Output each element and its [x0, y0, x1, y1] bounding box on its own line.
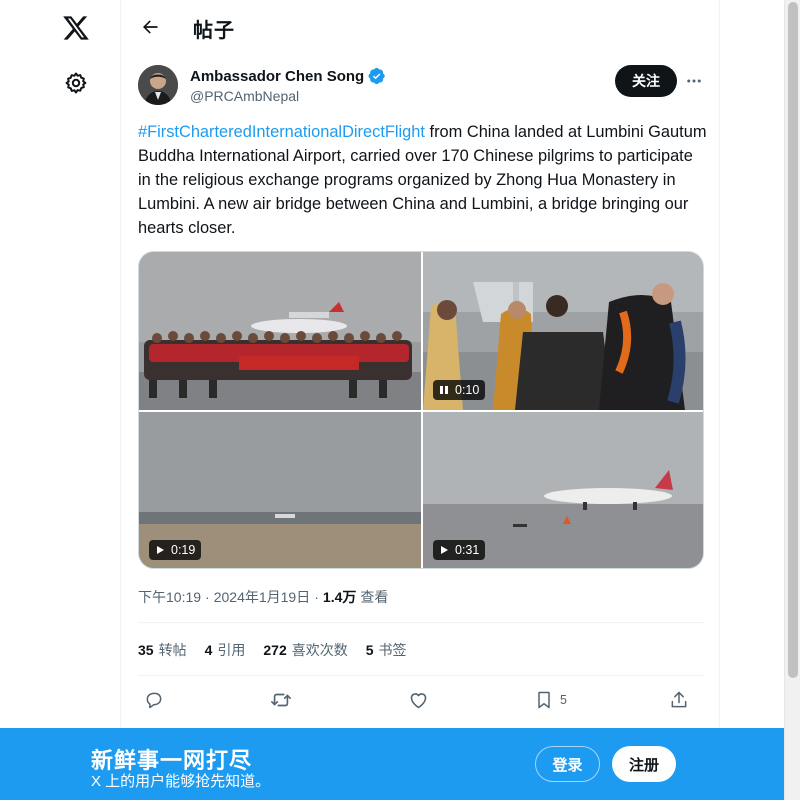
video-duration-badge: 0:19: [149, 540, 202, 560]
more-icon: [687, 79, 701, 83]
page-title: 帖子: [193, 20, 235, 42]
back-button[interactable]: [133, 10, 167, 44]
author-handle[interactable]: @PRCAmbNepal: [190, 88, 299, 104]
media-grid: 0:10 0:19 0:31: [138, 251, 704, 569]
views-label: 查看: [360, 589, 389, 605]
pause-icon[interactable]: [439, 385, 449, 395]
stat-bookmarks[interactable]: 5 书签: [366, 640, 407, 660]
repost-button[interactable]: [270, 688, 292, 712]
bookmark-count: 5: [560, 693, 567, 707]
tweet-timestamp: 下午10:19 · 2024年1月19日 · 1.4万 查看: [138, 587, 388, 607]
signup-button[interactable]: 注册: [612, 746, 676, 782]
arrow-left-icon: [143, 20, 158, 34]
bookmark-button[interactable]: 5: [534, 688, 567, 712]
action-bar: 5: [138, 688, 704, 712]
banner-subtitle: X 上的用户能够抢先知道。: [91, 773, 271, 790]
scrollbar[interactable]: [784, 0, 800, 800]
tweet-stats: 35 转帖 4 引用 272 喜欢次数 5 书签: [138, 640, 407, 660]
post-time[interactable]: 下午10:19: [138, 587, 201, 607]
media-video-taxi[interactable]: 0:31: [423, 412, 703, 568]
separator: ·: [205, 589, 210, 605]
left-nav: [0, 0, 120, 800]
share-icon: [671, 691, 687, 708]
reply-icon: [146, 692, 162, 709]
bookmark-icon: [538, 691, 550, 709]
avatar[interactable]: [138, 65, 178, 105]
more-options-button[interactable]: [682, 69, 706, 93]
separator: ·: [314, 589, 319, 605]
hashtag-link[interactable]: #FirstCharteredInternationalDirectFlight: [138, 123, 425, 141]
video-duration: 0:31: [455, 543, 480, 557]
views-count: 1.4万: [322, 589, 357, 605]
gear-icon[interactable]: [62, 69, 90, 97]
stat-reposts[interactable]: 35 转帖: [138, 640, 187, 660]
stat-likes[interactable]: 272 喜欢次数: [263, 640, 347, 660]
scrollbar-thumb[interactable]: [788, 2, 798, 678]
follow-button[interactable]: 关注: [615, 65, 677, 97]
verified-badge-icon: [368, 67, 385, 85]
play-icon[interactable]: [439, 545, 449, 555]
main-column: 帖子 Ambassador Chen Song @PRCAmbNepal 关注 …: [120, 0, 720, 800]
video-duration: 0:19: [171, 543, 196, 557]
group-photo-image: [139, 252, 421, 410]
reply-button[interactable]: [144, 688, 164, 712]
media-video-landing[interactable]: 0:19: [139, 412, 421, 568]
top-bar: 帖子: [121, 0, 720, 53]
like-button[interactable]: [408, 688, 429, 712]
share-button[interactable]: [669, 688, 689, 712]
media-photo-group[interactable]: [139, 252, 421, 410]
media-video-welcome[interactable]: 0:10: [423, 252, 703, 410]
repost-icon: [271, 693, 291, 707]
login-button[interactable]: 登录: [535, 746, 600, 782]
play-icon[interactable]: [155, 545, 165, 555]
author-display-name: Ambassador Chen Song: [190, 67, 365, 85]
x-logo-icon[interactable]: [60, 12, 92, 44]
heart-icon: [410, 692, 427, 708]
divider: [138, 622, 704, 623]
stat-quotes[interactable]: 4 引用: [205, 640, 246, 660]
video-duration-badge: 0:10: [433, 380, 486, 400]
post-date[interactable]: 2024年1月19日: [214, 587, 311, 607]
tweet-text: #FirstCharteredInternationalDirectFlight…: [138, 120, 708, 240]
divider: [138, 675, 704, 676]
video-duration: 0:10: [455, 383, 480, 397]
author-name[interactable]: Ambassador Chen Song: [190, 67, 386, 85]
video-duration-badge: 0:31: [433, 540, 486, 560]
